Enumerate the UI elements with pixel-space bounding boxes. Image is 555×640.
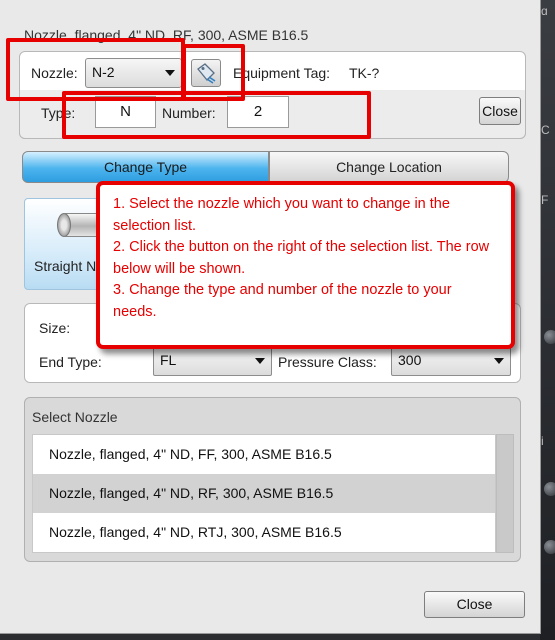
equipment-tag-value: TK-? (349, 65, 380, 81)
tab-bar: Change Type Change Location (22, 151, 509, 183)
pressure-class-value: 300 (398, 352, 422, 368)
instruction-step-3: 3. Change the type and number of the noz… (113, 282, 452, 320)
chevron-down-icon (494, 358, 504, 364)
annotation-highlight-type-number (62, 91, 371, 139)
close-button[interactable]: Close (424, 591, 525, 618)
nozzle-list: Nozzle, flanged, 4" ND, FF, 300, ASME B1… (32, 434, 496, 553)
equipment-tag-label: Equipment Tag: (233, 65, 331, 81)
background-text-fragment: ɑ (541, 4, 548, 18)
pipe-end-icon (57, 213, 71, 237)
instruction-step-1: 1. Select the nozzle which you want to c… (113, 196, 450, 234)
background-knob-icon (544, 482, 555, 496)
end-type-select[interactable]: FL (153, 346, 272, 376)
chevron-down-icon (255, 358, 265, 364)
close-rename-button[interactable]: Close (479, 97, 521, 125)
background-app-edge: ɑ C F i (540, 0, 555, 640)
end-type-value: FL (160, 352, 177, 368)
list-item[interactable]: Nozzle, flanged, 4" ND, RTJ, 300, ASME B… (33, 513, 495, 552)
list-item[interactable]: Nozzle, flanged, 4" ND, FF, 300, ASME B1… (33, 435, 495, 474)
nozzle-type-tile-label: Straight N (34, 258, 97, 274)
pressure-class-label: Pressure Class: (278, 354, 377, 370)
end-type-label: End Type: (39, 354, 102, 370)
select-nozzle-header: Select Nozzle (32, 409, 118, 425)
size-label: Size: (39, 320, 71, 336)
background-knob-icon (544, 330, 555, 344)
background-knob-icon (544, 540, 555, 554)
nozzle-type-tile-straight[interactable]: Straight N (24, 198, 103, 290)
instruction-callout: 1. Select the nozzle which you want to c… (96, 181, 515, 349)
background-text-fragment: i (541, 434, 544, 448)
background-text-fragment: F (541, 193, 549, 207)
pressure-class-select[interactable]: 300 (391, 346, 511, 376)
background-text-fragment: C (541, 123, 550, 137)
tab-change-location[interactable]: Change Location (269, 151, 509, 183)
nozzle-list-scrollbar[interactable] (496, 434, 514, 553)
list-item-selected[interactable]: Nozzle, flanged, 4" ND, RF, 300, ASME B1… (33, 474, 495, 513)
tab-change-type[interactable]: Change Type (22, 151, 269, 183)
select-nozzle-panel: Select Nozzle Nozzle, flanged, 4" ND, FF… (24, 397, 521, 562)
instruction-step-2: 2. Click the button on the right of the … (113, 239, 490, 277)
